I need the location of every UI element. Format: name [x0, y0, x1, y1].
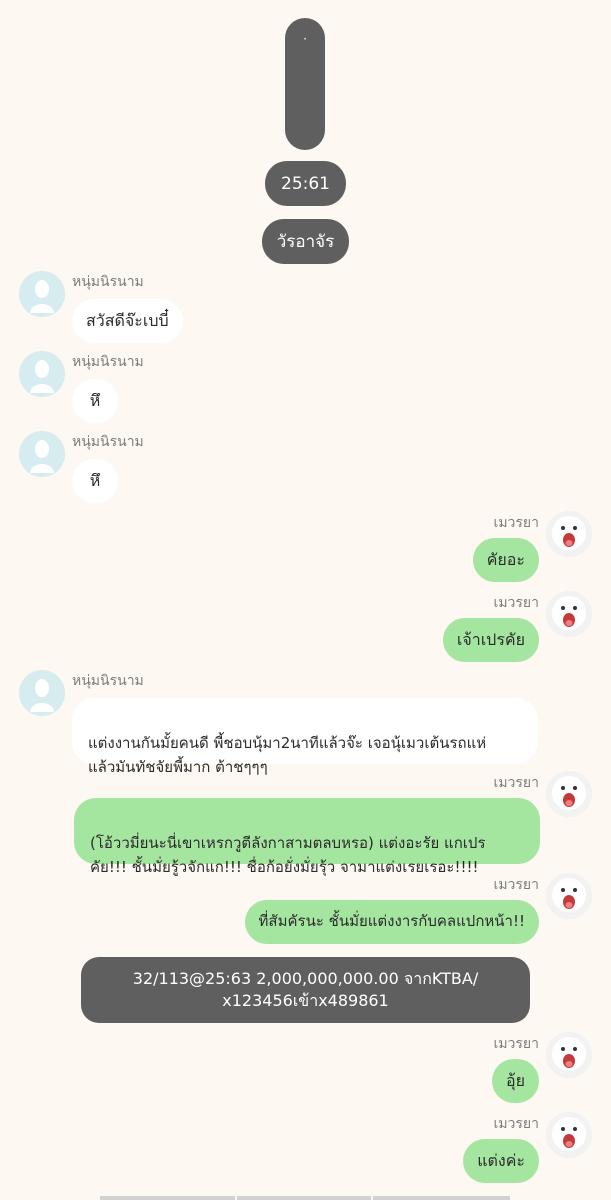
sender-name: เมวรยา [493, 877, 539, 893]
user-avatar[interactable] [546, 771, 592, 817]
person-silhouette-icon [19, 271, 65, 317]
person-silhouette-icon [19, 670, 65, 716]
sender-name: หนุ่มนิรนาม [72, 673, 144, 689]
user-avatar[interactable] [546, 591, 592, 637]
sender-name: หนุ่มนิรนาม [72, 274, 144, 290]
person-silhouette-icon [19, 351, 65, 397]
message-text: แต่งค่ะ [477, 1151, 525, 1170]
message-text: (โอ้ววมี่ยนะนี่เขาเหรกวูตีลังกาสามตลบหรอ… [90, 834, 486, 876]
white-dog-icon [546, 873, 592, 919]
scroll-indicator [100, 1196, 235, 1200]
person-silhouette-icon [19, 431, 65, 477]
message-bubble-outgoing[interactable]: อุ้ย [492, 1059, 539, 1103]
scroll-indicator [373, 1196, 510, 1200]
date-pill: วัรอาจัร [262, 219, 349, 264]
message-bubble-incoming[interactable]: หึ [72, 379, 118, 423]
message-bubble-outgoing[interactable]: แต่งค่ะ [463, 1139, 539, 1183]
message-bubble-outgoing[interactable]: เจ้าเปรคัย [442, 618, 539, 662]
message-text: หึ [89, 471, 101, 490]
sender-name: เมวรยา [493, 775, 539, 791]
time-label: 25:61 [281, 173, 330, 194]
transfer-text: 32/113@25:63 2,000,000,000.00 จากKTBA/ x… [132, 969, 479, 1010]
scroll-indicator [237, 1196, 371, 1200]
message-text: หึ [89, 391, 101, 410]
sender-name: เมวรยา [493, 515, 539, 531]
message-bubble-outgoing[interactable]: ที่สัมคัรนะ ชั้นมั่ยแต่งงารกับคลแปกหน้า!… [244, 900, 539, 944]
white-dog-icon [546, 591, 592, 637]
sender-name: หนุ่มนิรนาม [72, 434, 144, 450]
message-bubble-incoming[interactable]: แต่งงานกันมั้ยคนดี พี้ชอบนุ้มา2นาทีแล้วจ… [72, 698, 538, 776]
sender-name: เมวรยา [493, 1036, 539, 1052]
contact-avatar[interactable] [19, 271, 65, 317]
message-text: คัยอะ [486, 550, 525, 569]
white-dog-icon [546, 1032, 592, 1078]
chat-screen: { "system": { "top_bar_text": "·", "time… [0, 0, 611, 1200]
contact-avatar[interactable] [19, 351, 65, 397]
white-dog-icon [546, 1112, 592, 1158]
white-dog-icon [546, 511, 592, 557]
user-avatar[interactable] [546, 511, 592, 557]
message-text: สวัสดีจ๊ะเบบี๋ [86, 311, 169, 330]
white-dog-icon [546, 771, 592, 817]
message-text: อุ้ย [506, 1071, 525, 1090]
user-avatar[interactable] [546, 873, 592, 919]
time-pill: 25:61 [265, 161, 346, 206]
contact-avatar[interactable] [19, 670, 65, 716]
sender-name: เมวรยา [493, 1116, 539, 1132]
message-bubble-incoming[interactable]: หึ [72, 459, 118, 503]
transfer-notice: 32/113@25:63 2,000,000,000.00 จากKTBA/ x… [81, 957, 530, 1023]
message-bubble-incoming[interactable]: สวัสดีจ๊ะเบบี๋ [72, 299, 183, 343]
sender-name: หนุ่มนิรนาม [72, 354, 144, 370]
sender-name: เมวรยา [493, 595, 539, 611]
message-text: แต่งงานกันมั้ยคนดี พี้ชอบนุ้มา2นาทีแล้วจ… [88, 734, 487, 776]
message-text: เจ้าเปรคัย [456, 630, 525, 649]
message-bubble-outgoing[interactable]: คัยอะ [472, 538, 539, 582]
system-top-text: · [303, 32, 307, 46]
user-avatar[interactable] [546, 1032, 592, 1078]
date-label: วัรอาจัร [276, 232, 335, 252]
message-bubble-outgoing[interactable]: (โอ้ววมี่ยนะนี่เขาเหรกวูตีลังกาสามตลบหรอ… [74, 798, 540, 876]
user-avatar[interactable] [546, 1112, 592, 1158]
system-top-pill: · [285, 18, 325, 150]
contact-avatar[interactable] [19, 431, 65, 477]
message-text: ที่สัมคัรนะ ชั้นมั่ยแต่งงารกับคลแปกหน้า!… [258, 912, 525, 930]
